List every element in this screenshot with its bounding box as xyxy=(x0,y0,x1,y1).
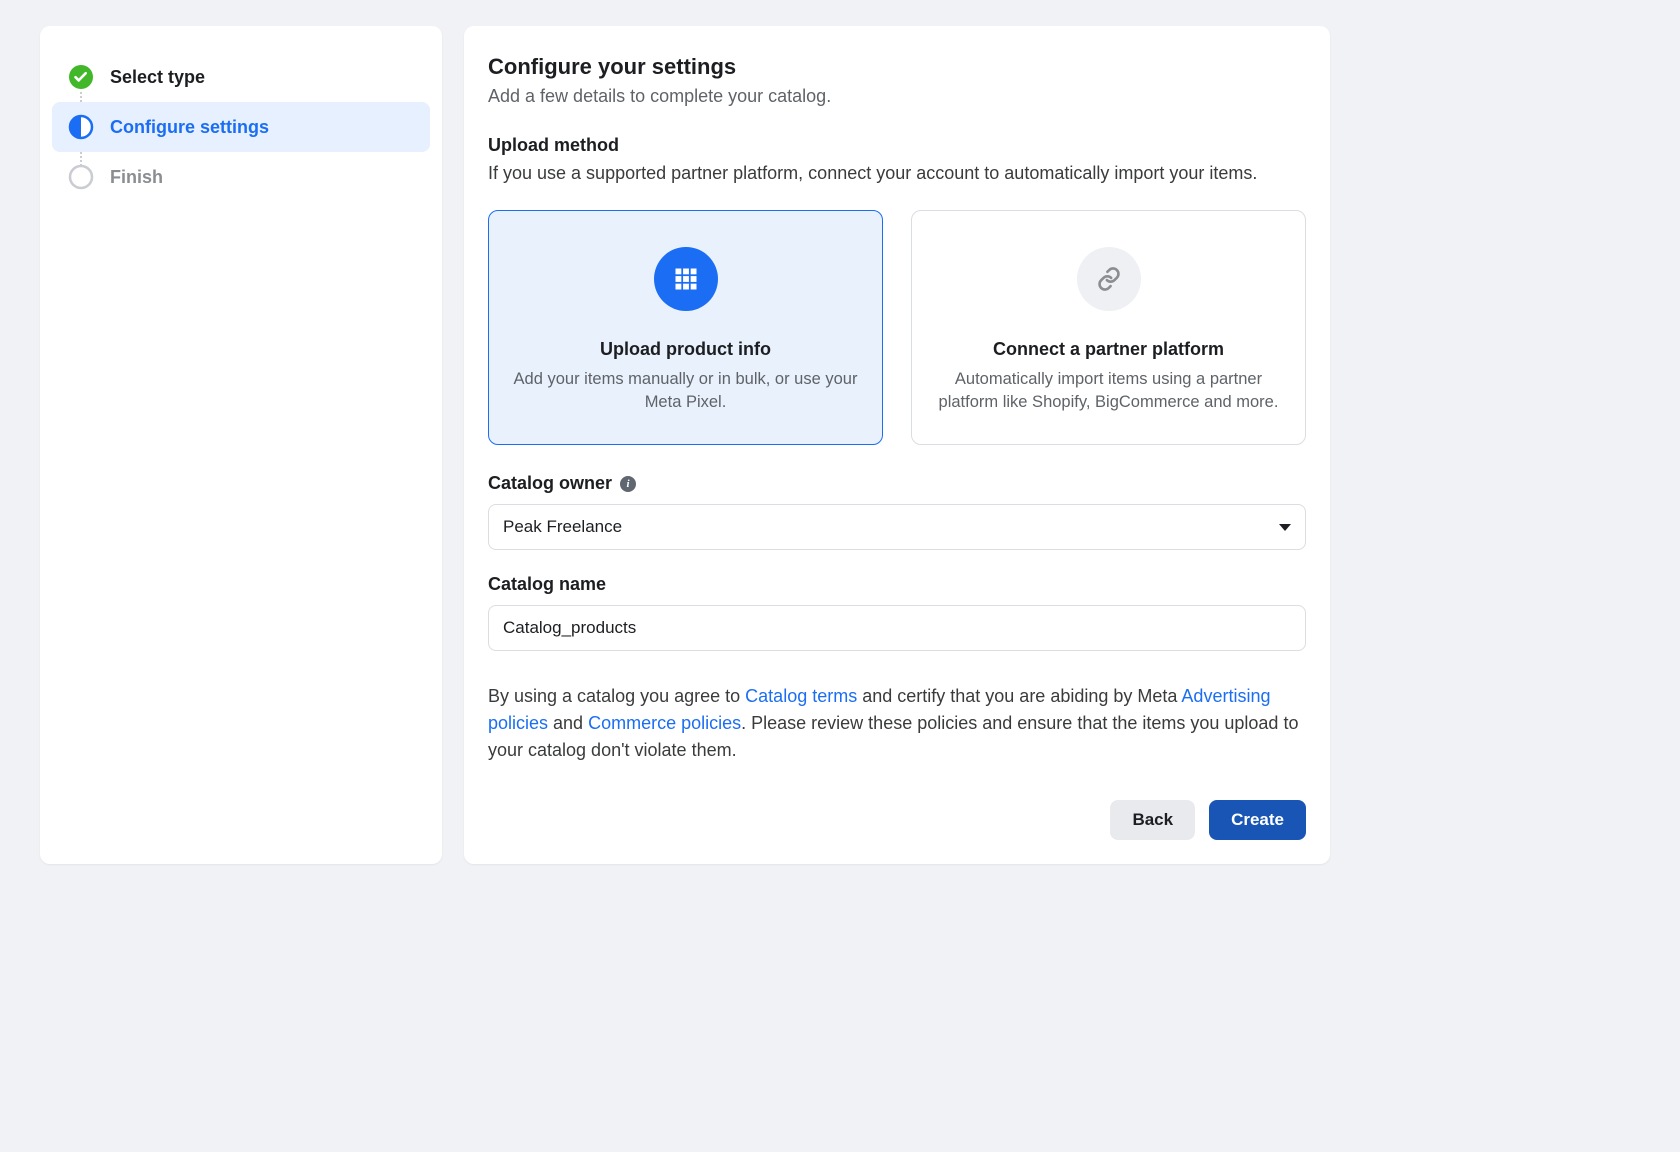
create-button[interactable]: Create xyxy=(1209,800,1306,840)
catalog-owner-value: Peak Freelance xyxy=(503,517,622,537)
check-circle-icon xyxy=(68,64,94,90)
page-title: Configure your settings xyxy=(488,54,1306,80)
legal-text-segment: and certify that you are abiding by Meta xyxy=(857,686,1181,706)
link-commerce-policies[interactable]: Commerce policies xyxy=(588,713,741,733)
catalog-name-input[interactable] xyxy=(488,605,1306,651)
action-bar: Back Create xyxy=(488,800,1306,840)
page-subtitle: Add a few details to complete your catal… xyxy=(488,86,1306,107)
empty-circle-icon xyxy=(68,164,94,190)
grid-icon xyxy=(654,247,718,311)
step-label: Select type xyxy=(110,67,205,88)
catalog-owner-select[interactable]: Peak Freelance xyxy=(488,504,1306,550)
step-finish[interactable]: Finish xyxy=(52,152,430,202)
configure-settings-panel: Configure your settings Add a few detail… xyxy=(464,26,1330,864)
step-configure-settings[interactable]: Configure settings xyxy=(52,102,430,152)
link-icon xyxy=(1077,247,1141,311)
step-select-type[interactable]: Select type xyxy=(52,52,430,102)
legal-text-segment: and xyxy=(548,713,588,733)
catalog-name-label: Catalog name xyxy=(488,574,1306,595)
catalog-owner-label: Catalog owner i xyxy=(488,473,1306,494)
chevron-down-icon xyxy=(1279,524,1291,531)
option-title: Connect a partner platform xyxy=(934,339,1283,360)
option-desc: Automatically import items using a partn… xyxy=(934,368,1283,414)
back-button[interactable]: Back xyxy=(1110,800,1195,840)
info-icon[interactable]: i xyxy=(620,476,636,492)
upload-method-label: Upload method xyxy=(488,135,1306,156)
option-connect-partner-platform[interactable]: Connect a partner platform Automatically… xyxy=(911,210,1306,445)
wizard-sidebar: Select type Configure settings Finish xyxy=(40,26,442,864)
catalog-owner-label-text: Catalog owner xyxy=(488,473,612,494)
legal-text: By using a catalog you agree to Catalog … xyxy=(488,683,1306,764)
step-label: Finish xyxy=(110,167,163,188)
step-label: Configure settings xyxy=(110,117,269,138)
upload-method-options: Upload product info Add your items manua… xyxy=(488,210,1306,445)
half-circle-icon xyxy=(68,114,94,140)
option-desc: Add your items manually or in bulk, or u… xyxy=(511,368,860,414)
upload-method-help: If you use a supported partner platform,… xyxy=(488,160,1306,186)
option-upload-product-info[interactable]: Upload product info Add your items manua… xyxy=(488,210,883,445)
link-catalog-terms[interactable]: Catalog terms xyxy=(745,686,857,706)
option-title: Upload product info xyxy=(511,339,860,360)
legal-text-segment: By using a catalog you agree to xyxy=(488,686,745,706)
